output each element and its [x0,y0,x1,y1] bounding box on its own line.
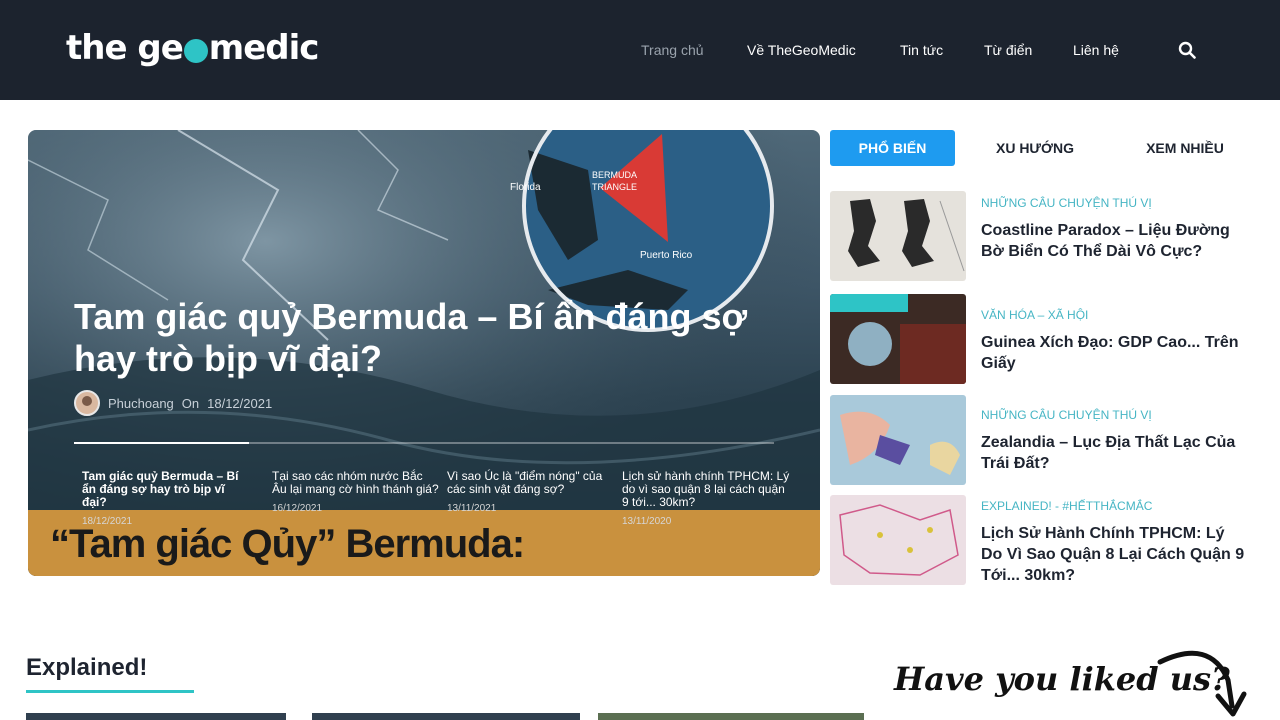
site-logo[interactable]: the ge medic [66,26,320,70]
curved-arrow-icon [1157,650,1247,717]
post-category[interactable]: NHỮNG CÂU CHUYỆN THÚ VỊ [981,196,1152,210]
hero-banner-text: “Tam giác Qủy” Bermuda: [50,522,525,566]
site-header: the ge medic Trang chủ Về TheGeoMedic Tin… [0,0,1280,100]
slide-item[interactable]: Tam giác quỷ Bermuda – Bí ẩn đáng sợ hay… [82,470,250,528]
post-date: 18/12/2021 [207,395,273,411]
post-thumbnail[interactable] [830,495,966,585]
slide-item[interactable]: Lịch sử hành chính TPHCM: Lý do vì sao q… [622,470,790,528]
nav-item-dictionary[interactable]: Từ điển [984,42,1032,58]
tab-popular[interactable]: PHỔ BIẾN [830,130,955,166]
search-icon[interactable] [1178,41,1196,59]
post-thumbnail[interactable] [830,395,966,485]
hero-meta: Phuchoang On 18/12/2021 [74,390,272,416]
post-title[interactable]: Coastline Paradox – Liệu Đường Bờ Biển C… [981,220,1249,262]
post-thumbnail[interactable] [830,191,966,281]
slide-item[interactable]: Vì sao Úc là "điểm nóng" của các sinh vậ… [447,470,615,515]
slide-title: Tam giác quỷ Bermuda – Bí ẩn đáng sợ hay… [82,469,239,509]
post-category[interactable]: EXPLAINED! - #HẾTTHẮCMẮC [981,499,1152,513]
slide-date: 13/11/2021 [447,503,497,514]
nav-item-news[interactable]: Tin tức [900,42,943,58]
post-title[interactable]: Zealandia – Lục Địa Thất Lạc Của Trái Đấ… [981,432,1249,474]
post-title[interactable]: Lịch Sử Hành Chính TPHCM: Lý Do Vì Sao Q… [981,523,1249,586]
author-avatar [74,390,100,416]
list-item[interactable]: NHỮNG CÂU CHUYỆN THÚ VỊ Coastline Parado… [830,191,1250,283]
author-name[interactable]: Phuchoang [108,396,174,411]
section-thumbnail[interactable] [26,713,286,720]
post-category[interactable]: NHỮNG CÂU CHUYỆN THÚ VỊ [981,408,1152,422]
section-underline [26,690,194,693]
list-item[interactable]: EXPLAINED! - #HẾTTHẮCMẮC Lịch Sử Hành Ch… [830,495,1250,586]
tab-trending[interactable]: XU HƯỚNG [975,130,1095,166]
map-label-puerto-rico: Puerto Rico [640,250,693,261]
post-title[interactable]: Guinea Xích Đạo: GDP Cao... Trên Giấy [981,332,1249,374]
map-label-florida: Florida [510,182,541,193]
nav-item-contact[interactable]: Liên hệ [1073,42,1119,58]
slide-date: 13/11/2020 [622,516,672,527]
logo-text-2: medic [208,28,320,68]
section-title: Explained! [26,654,148,681]
sidebar-tabs: PHỔ BIẾN XU HƯỚNG XEM NHIỀU [830,130,1250,166]
logo-text-1: the ge [66,28,184,68]
slide-title: Lịch sử hành chính TPHCM: Lý do vì sao q… [622,469,790,509]
section-thumbnail[interactable] [598,713,864,720]
nav-item-home[interactable]: Trang chủ [641,42,704,58]
map-label-bermuda: BERMUDA [592,170,637,180]
logo-dot-icon [183,39,208,63]
tab-most-viewed[interactable]: XEM NHIỀU [1120,130,1250,166]
hero-slider[interactable]: Florida BERMUDA TRIANGLE Puerto Rico Tam… [28,130,820,576]
slide-title: Tại sao các nhóm nước Bắc Âu lại mang cờ… [272,469,439,496]
post-category[interactable]: VĂN HÓA – XÃ HỘI [981,308,1088,322]
section-thumbnail[interactable] [312,713,580,720]
list-item[interactable]: NHỮNG CÂU CHUYỆN THÚ VỊ Zealandia – Lục … [830,395,1250,485]
slider-progress-fill [74,442,249,444]
map-label-triangle: TRIANGLE [592,182,637,192]
slide-date: 18/12/2021 [82,516,133,527]
hero-title[interactable]: Tam giác quỷ Bermuda – Bí ẩn đáng sợ hay… [74,296,774,380]
slider-progress [74,442,774,444]
slide-item[interactable]: Tại sao các nhóm nước Bắc Âu lại mang cờ… [272,470,440,515]
list-item[interactable]: VĂN HÓA – XÃ HỘI Guinea Xích Đạo: GDP Ca… [830,294,1250,384]
nav-item-about[interactable]: Về TheGeoMedic [747,42,856,58]
slide-date: 16/12/2021 [272,503,323,514]
post-thumbnail[interactable] [830,294,966,384]
slide-title: Vì sao Úc là "điểm nóng" của các sinh vậ… [447,469,603,496]
meta-on: On [181,395,200,411]
